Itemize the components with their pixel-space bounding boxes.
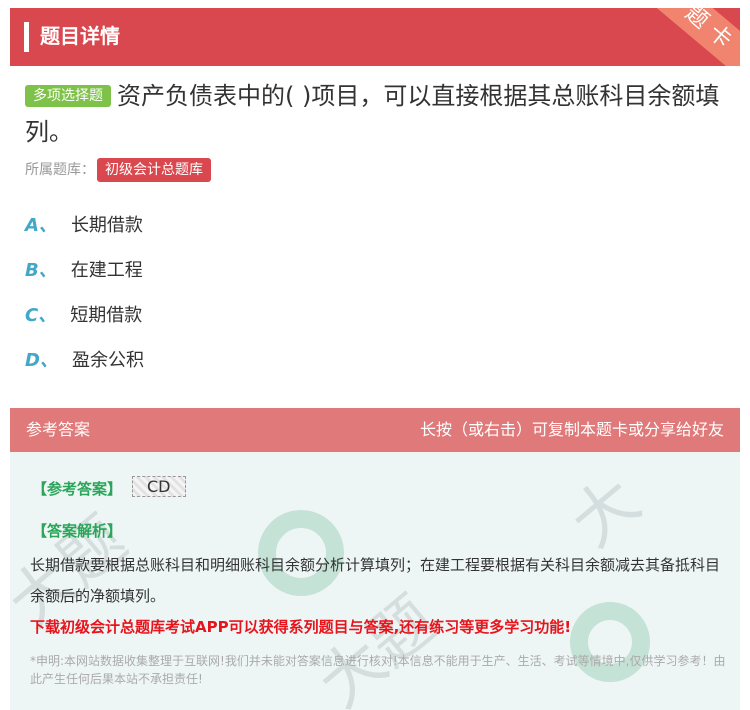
download-app-link[interactable]: 下载初级会计总题库考试APP可以获得系列题目与答案,还有练习等更多学习功能!: [30, 616, 571, 637]
header-bar: 题目详情 题卡: [10, 8, 740, 66]
option-a[interactable]: A、 长期借款: [25, 213, 143, 239]
option-text: 盈余公积: [71, 350, 144, 371]
watermark-logo: 大: [557, 463, 655, 562]
analysis-label: 【答案解析】: [32, 522, 123, 540]
option-letter: D、: [25, 350, 58, 371]
disclaimer-text: *申明:本网站数据收集整理于互联网!我们并未能对答案信息进行核对!本信息不能用于…: [30, 654, 726, 686]
ref-answer-value: CD: [132, 476, 186, 497]
ref-answer-label: 【参考答案】: [32, 480, 123, 498]
analysis-text: 长期借款要根据总账科目和明细账科目余额分析计算填列；在建工程要根据有关科目余额减…: [30, 556, 721, 605]
share-hint: 长按（或右击）可复制本题卡或分享给好友: [419, 420, 724, 439]
bank-tag[interactable]: 初级会计总题库: [97, 158, 211, 182]
option-c[interactable]: C、 短期借款: [25, 303, 142, 329]
option-letter: B、: [25, 260, 57, 281]
option-b[interactable]: B、 在建工程: [25, 258, 143, 284]
option-letter: C、: [25, 305, 57, 326]
page-title: 题目详情: [40, 24, 120, 48]
header-accent: [24, 22, 29, 52]
question-text: 资产负债表中的( )项目，可以直接根据其总账科目余额填列。: [25, 82, 720, 146]
question-type-badge: 多项选择题: [25, 85, 111, 107]
corner-ribbon: 题卡: [616, 8, 740, 66]
answer-panel-body: 大题 大题 大 【参考答案】 CD 【答案解析】 长期借款要根据总账科目和明细账…: [10, 452, 740, 710]
option-d[interactable]: D、 盈余公积: [25, 348, 144, 374]
option-text: 短期借款: [70, 305, 143, 326]
answer-panel-header: 参考答案 长按（或右击）可复制本题卡或分享给好友: [10, 408, 740, 452]
option-letter: A、: [25, 215, 57, 236]
corner-label: 题卡: [641, 8, 740, 66]
option-text: 在建工程: [70, 260, 143, 281]
option-text: 长期借款: [70, 215, 143, 236]
answer-panel-title: 参考答案: [26, 420, 91, 439]
question-bank-row: 所属题库： 初级会计总题库: [25, 158, 211, 182]
bank-label: 所属题库：: [25, 162, 95, 178]
question-text-block: 多项选择题 资产负债表中的( )项目，可以直接根据其总账科目余额填列。: [25, 78, 725, 150]
